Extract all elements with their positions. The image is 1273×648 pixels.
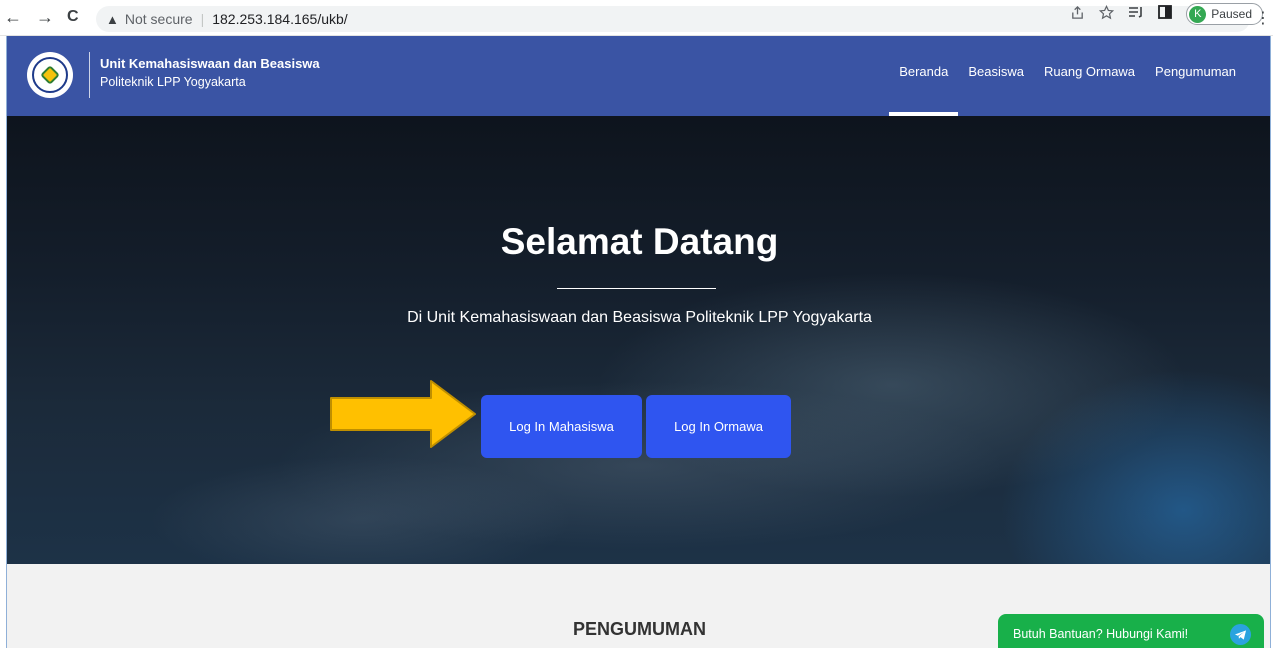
profile-status: Paused: [1211, 7, 1252, 21]
share-icon[interactable]: [1070, 5, 1085, 24]
site-header: Unit Kemahasiswaan dan Beasiswa Politekn…: [7, 36, 1270, 116]
reading-list-icon[interactable]: [1128, 5, 1144, 23]
toolbar-actions: K Paused: [1070, 3, 1263, 25]
hero-banner: Selamat Datang Di Unit Kemahasiswaan dan…: [7, 116, 1270, 564]
brand-divider: [89, 52, 90, 98]
nav-beasiswa[interactable]: Beasiswa: [958, 36, 1034, 116]
logo-emblem-center: [40, 65, 60, 85]
security-warning-icon[interactable]: ▲: [106, 12, 119, 27]
reload-icon[interactable]: C: [67, 7, 79, 27]
brand-title[interactable]: Unit Kemahasiswaan dan Beasiswa: [100, 56, 320, 71]
profile-paused-button[interactable]: K Paused: [1186, 3, 1263, 25]
login-ormawa-button[interactable]: Log In Ormawa: [646, 395, 791, 458]
main-nav: Beranda Beasiswa Ruang Ormawa Pengumuman: [889, 36, 1246, 116]
bookmark-star-icon[interactable]: [1099, 4, 1115, 24]
security-label[interactable]: Not secure: [125, 11, 193, 27]
page-viewport: Unit Kemahasiswaan dan Beasiswa Politekn…: [6, 36, 1271, 648]
help-label: Butuh Bantuan? Hubungi Kami!: [1013, 627, 1189, 641]
browser-toolbar: ← → C ▲ Not secure | 182.253.184.165/ukb…: [0, 0, 1273, 36]
login-mahasiswa-button[interactable]: Log In Mahasiswa: [481, 395, 642, 458]
nav-beranda[interactable]: Beranda: [889, 36, 959, 116]
brand-subtitle[interactable]: Politeknik LPP Yogyakarta: [100, 75, 246, 89]
forward-icon[interactable]: →: [36, 7, 54, 27]
hero-divider: [557, 288, 716, 289]
politeknik-logo[interactable]: [27, 52, 73, 98]
hero-subtitle: Di Unit Kemahasiswaan dan Beasiswa Polit…: [407, 309, 872, 326]
highlight-arrow-icon: [330, 380, 476, 448]
hero-title: Selamat Datang: [500, 221, 779, 262]
telegram-icon: [1230, 624, 1251, 645]
back-icon[interactable]: ←: [4, 7, 22, 27]
profile-avatar: K: [1189, 5, 1207, 23]
logo-emblem: [32, 57, 68, 93]
url-text[interactable]: 182.253.184.165/ukb/: [212, 11, 347, 27]
side-panel-icon[interactable]: [1158, 5, 1173, 23]
nav-pengumuman[interactable]: Pengumuman: [1145, 36, 1246, 116]
help-contact-button[interactable]: Butuh Bantuan? Hubungi Kami!: [998, 614, 1264, 648]
address-separator: |: [200, 11, 205, 27]
nav-ruang-ormawa[interactable]: Ruang Ormawa: [1034, 36, 1145, 116]
browser-menu-icon[interactable]: ⋮: [1255, 8, 1271, 28]
